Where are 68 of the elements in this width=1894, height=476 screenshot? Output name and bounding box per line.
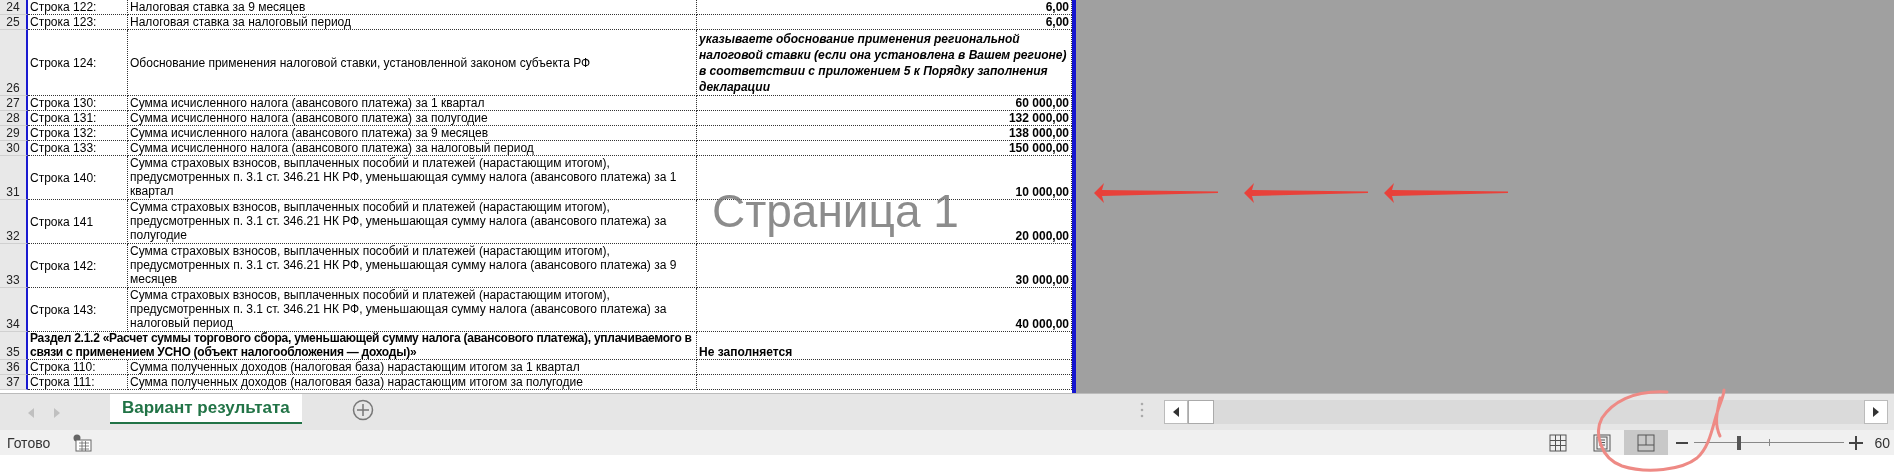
page-break-view-button[interactable] [1624, 430, 1669, 455]
table-cell: 150 000,00 [697, 141, 1072, 156]
row-number[interactable]: 27 [0, 96, 28, 111]
row-number[interactable]: 37 [0, 375, 28, 390]
table-cell: 6,00 [697, 15, 1072, 30]
table-cell: 132 000,00 [697, 111, 1072, 126]
triangle-right-icon [1873, 407, 1879, 417]
slider-thumb[interactable] [1737, 435, 1742, 450]
add-sheet-button[interactable] [351, 399, 374, 421]
table-cell: Строка 130: [28, 96, 128, 111]
row-number[interactable]: 34 [0, 288, 28, 332]
row-number[interactable]: 32 [0, 200, 28, 244]
zoom-level: 60 [1874, 434, 1890, 451]
table-cell: Сумма страховых взносов, выплаченных пособий и платежей (нарастающим итогом), предусмотренных п. 3.1 ст. 346.21 НК РФ, уменьшающая сумму налога (авансового платежа) за 9 месяцев [128, 244, 697, 288]
sheet-tab[interactable]: Вариант результата [110, 394, 302, 424]
row-number[interactable]: 36 [0, 360, 28, 375]
table-cell: Сумма страховых взносов, выплаченных пособий и платежей (нарастающим итогом), предусмотренных п. 3.1 ст. 346.21 НК РФ, уменьшающая сумму налога (авансового платежа) за налоговый период [128, 288, 697, 332]
horizontal-scrollbar[interactable] [1164, 400, 1888, 424]
table-cell: Сумма страховых взносов, выплаченных пособий и платежей (нарастающим итогом), предусмотренных п. 3.1 ст. 346.21 НК РФ, уменьшающая сумму налога (авансового платежа) за 1 квартал [128, 156, 697, 200]
table-cell: Сумма исчисленного налога (авансового платежа) за 9 месяцев [128, 126, 697, 141]
table-cell: Сумма исчисленного налога (авансового платежа) за налоговый период [128, 141, 697, 156]
page-icon [1593, 433, 1612, 452]
row-number[interactable]: 31 [0, 156, 28, 200]
row-number[interactable]: 26 [0, 30, 28, 96]
table-cell: Строка 123: [28, 15, 128, 30]
row-number[interactable]: 30 [0, 141, 28, 156]
section-heading: Раздел 2.1.2 «Расчет суммы торгового сбора, уменьшающей сумму налога (авансового платежа), уплачиваемого в связи с применением УСНО (объект налогообложения — доходы)» [28, 332, 697, 360]
table-cell: Сумма исчисленного налога (авансового платежа) за 1 квартал [128, 96, 697, 111]
triangle-left-icon [1173, 407, 1179, 417]
row-number[interactable]: 28 [0, 111, 28, 126]
page-break-icon [1637, 433, 1656, 452]
minus-icon [1676, 441, 1689, 444]
table-cell: Налоговая ставка за 9 месяцев [128, 0, 697, 15]
table-cell: Строка 133: [28, 141, 128, 156]
table-cell: 6,00 [697, 0, 1072, 15]
table-cell: Строка 110: [28, 360, 128, 375]
table-cell: Строка 132: [28, 126, 128, 141]
row-number[interactable]: 29 [0, 126, 28, 141]
macro-record-icon[interactable] [72, 433, 93, 452]
table-cell: Строка 122: [28, 0, 128, 15]
table-cell: Налоговая ставка за налоговый период [128, 15, 697, 30]
table-cell: Сумма исчисленного налога (авансового платежа) за полугодие [128, 111, 697, 126]
table-cell: Строка 143: [28, 288, 128, 332]
row-number[interactable]: 24 [0, 0, 28, 15]
zoom-slider[interactable] [1694, 434, 1845, 451]
table-cell: Сумма страховых взносов, выплаченных пособий и платежей (нарастающим итогом), предусмотренных п. 3.1 ст. 346.21 НК РФ, уменьшающая сумму налога (авансового платежа) за полугодие [128, 200, 697, 244]
table-cell: Строка 142: [28, 244, 128, 288]
scroll-left-button[interactable] [1164, 400, 1188, 424]
grid-icon [1549, 433, 1568, 452]
table-cell: Строка 111: [28, 375, 128, 390]
table-cell: Обоснование применения налоговой ставки, установленной законом субъекта РФ [128, 30, 697, 96]
row-number[interactable]: 33 [0, 244, 28, 288]
table-cell: Строка 141 [28, 200, 128, 244]
zoom-in-button[interactable] [1848, 434, 1865, 451]
splitter-handle[interactable] [1140, 402, 1144, 418]
table-cell: Строка 124: [28, 30, 128, 96]
table-cell: Сумма полученных доходов (налоговая база) нарастающим итогом за 1 квартал [128, 360, 697, 375]
table-cell: 138 000,00 [697, 126, 1072, 141]
table-cell: Строка 140: [28, 156, 128, 200]
row-number[interactable]: 25 [0, 15, 28, 30]
table-cell: Строка 131: [28, 111, 128, 126]
row-number[interactable]: 35 [0, 332, 28, 360]
scroll-thumb[interactable] [1188, 400, 1214, 424]
table-cell: Сумма полученных доходов (налоговая база) нарастающим итогом за полугодие [128, 375, 697, 390]
table-cell: 60 000,00 [697, 96, 1072, 111]
plus-icon [1849, 435, 1864, 450]
scroll-right-button[interactable] [1864, 400, 1888, 424]
status-text: Готово [7, 434, 51, 451]
